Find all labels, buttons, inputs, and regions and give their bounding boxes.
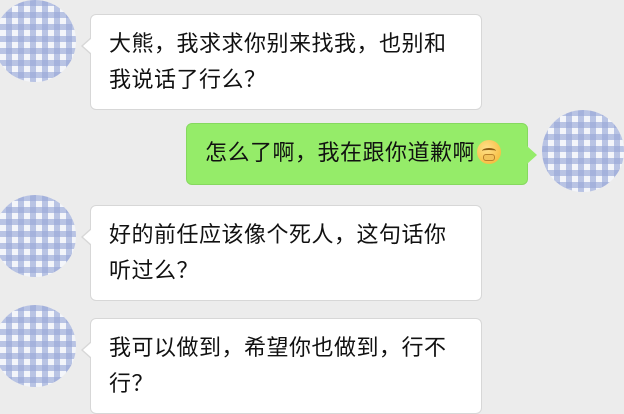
pleading-face-emoji-icon bbox=[477, 140, 502, 164]
contact-avatar[interactable] bbox=[0, 195, 76, 277]
message-bubble-incoming: 好的前任应该像个死人，这句话你听过么？ bbox=[81, 205, 482, 301]
chat-thread: 大熊，我求求你别来找我，也别和我说话了行么？ 怎么了啊，我在跟你道歉啊 好的前任… bbox=[0, 0, 624, 414]
contact-avatar[interactable] bbox=[0, 0, 76, 82]
message-bubble-incoming: 大熊，我求求你别来找我，也别和我说话了行么？ bbox=[81, 14, 482, 110]
contact-avatar[interactable] bbox=[0, 305, 76, 387]
message-text: 我可以做到，希望你也做到，行不行？ bbox=[109, 336, 447, 397]
message-text: 大熊，我求求你别来找我，也别和我说话了行么？ bbox=[109, 32, 447, 93]
message-text: 好的前任应该像个死人，这句话你听过么？ bbox=[109, 223, 447, 284]
message-text: 怎么了啊，我在跟你道歉啊 bbox=[205, 141, 476, 166]
self-avatar[interactable] bbox=[542, 110, 624, 192]
message-bubble-outgoing: 怎么了啊，我在跟你道歉啊 bbox=[186, 123, 537, 185]
